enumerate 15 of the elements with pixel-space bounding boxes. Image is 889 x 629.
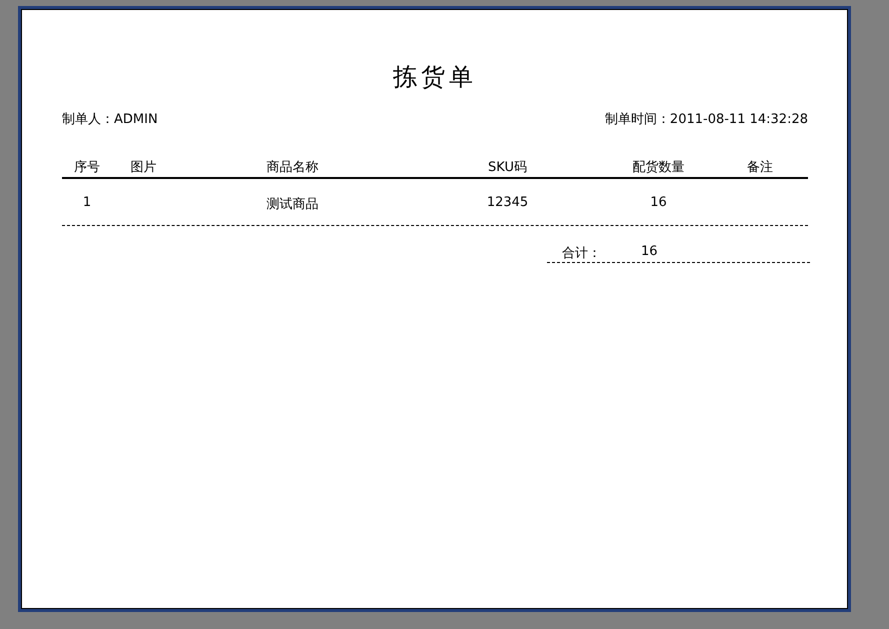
table-cell-text: 16 <box>649 195 668 212</box>
column-header: 图片 <box>130 159 158 176</box>
total-value: 16 <box>641 244 658 261</box>
table-cell-text: 1 <box>82 195 92 212</box>
table-cell-text: 测试商品 <box>266 196 320 213</box>
column-header: 配货数量 <box>632 159 686 176</box>
column-header: 商品名称 <box>266 159 320 176</box>
column-header: 备注 <box>746 159 774 176</box>
table-cell-text: 12345 <box>486 195 530 212</box>
created-time-label: 制单时间：2011-08-11 14:32:28 <box>604 111 808 128</box>
column-header: SKU码 <box>487 159 528 176</box>
creator-label: 制单人：ADMIN <box>62 111 158 128</box>
column-header: 序号 <box>73 159 101 176</box>
total-label: 合计： <box>562 245 601 262</box>
document-title: 拣货单 <box>392 62 478 93</box>
